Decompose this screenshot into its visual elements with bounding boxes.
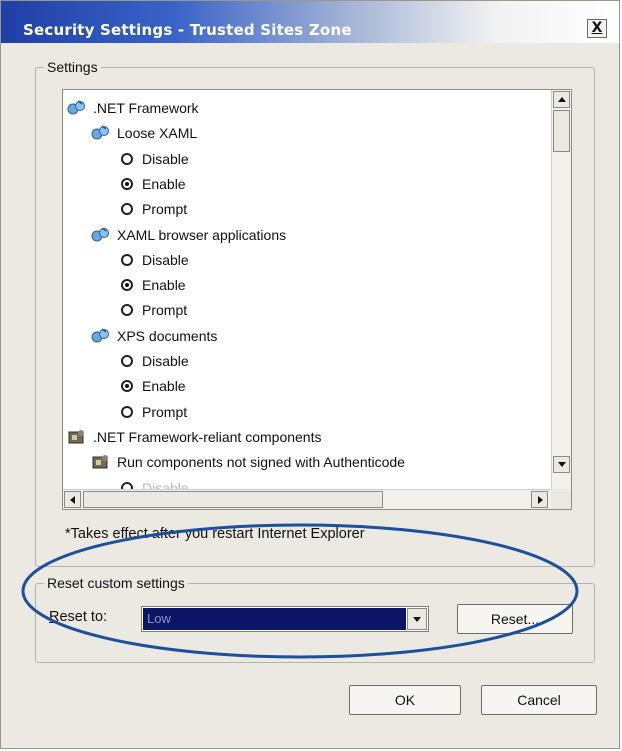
radio-button-icon[interactable] (121, 405, 133, 418)
list-item-label: Disable (142, 353, 189, 369)
radio-button-icon[interactable] (121, 152, 133, 165)
radio-option-enable[interactable]: Enable (121, 273, 186, 297)
radio-option-enable[interactable]: Enable (121, 172, 186, 196)
radio-option-enable[interactable]: Enable (121, 374, 186, 398)
list-item-label: Prompt (142, 201, 188, 218)
radio-option-disable[interactable]: Disable (121, 248, 189, 272)
radio-button-icon[interactable] (121, 253, 133, 266)
list-item-label: .NET Framework-reliant components (93, 428, 322, 445)
list-item-label: Loose XAML (117, 125, 198, 142)
security-settings-dialog: Security Settings - Trusted Sites Zone X… (0, 0, 620, 749)
settings-item: Loose XAML (91, 121, 197, 145)
close-button[interactable]: X (587, 19, 607, 38)
net-framework-icon (67, 99, 87, 117)
reset-level-value: Low (143, 608, 406, 630)
reset-to-label: Reset to: (49, 609, 107, 625)
radio-button-icon[interactable] (121, 279, 133, 292)
scrollbar-corner (551, 489, 571, 509)
radio-button-icon[interactable] (121, 380, 133, 393)
list-item-label: Run components not signed with Authentic… (117, 454, 405, 471)
list-item-label: Prompt (142, 302, 188, 319)
radio-option-disable[interactable]: Disable (121, 147, 189, 171)
list-item-label: XPS documents (117, 327, 218, 344)
scroll-up-button[interactable] (553, 91, 570, 108)
title-bar[interactable]: Security Settings - Trusted Sites Zone X (1, 1, 619, 43)
settings-item: XAML browser applications (91, 223, 286, 247)
reset-group-label: Reset custom settings (47, 575, 185, 591)
horizontal-scrollbar[interactable] (63, 489, 552, 509)
scroll-right-button[interactable] (531, 491, 548, 508)
radio-option-prompt[interactable]: Prompt (121, 298, 187, 322)
radio-button-icon[interactable] (121, 355, 133, 367)
list-item-label: XAML browser applications (117, 226, 287, 243)
list-item-label: Enable (142, 277, 186, 294)
net-framework-icon (91, 226, 111, 244)
radio-button-icon[interactable] (121, 304, 133, 317)
reset-to-mnemonic: R (49, 609, 60, 625)
list-item-label: Enable (142, 378, 186, 395)
radio-button-icon[interactable] (121, 177, 133, 190)
list-item-label: .NET Framework (93, 100, 199, 116)
radio-option-prompt[interactable]: Prompt (121, 400, 187, 424)
dialog-title: Security Settings - Trusted Sites Zone (23, 21, 352, 39)
radio-option-prompt[interactable]: Prompt (121, 197, 187, 221)
vertical-scroll-thumb[interactable] (553, 110, 570, 152)
list-item-label: Disable (142, 150, 189, 167)
restart-footnote: *Takes effect after you restart Internet… (65, 526, 365, 542)
vertical-scrollbar[interactable] (551, 90, 571, 490)
settings-group-label: Settings (47, 59, 98, 75)
components-icon (91, 453, 111, 471)
horizontal-scroll-thumb[interactable] (83, 491, 383, 508)
list-item-label: Disable (142, 251, 189, 268)
reset-level-select[interactable]: Low (141, 606, 429, 632)
net-framework-icon (91, 327, 111, 345)
reset-button[interactable]: Reset... (457, 604, 573, 634)
radio-button-icon[interactable] (121, 203, 133, 216)
ok-button[interactable]: OK (349, 685, 461, 715)
dropdown-arrow-icon[interactable] (407, 608, 427, 630)
list-item-label: Enable (142, 175, 186, 192)
settings-category: .NET Framework-reliant components (67, 425, 321, 449)
reset-to-label-text: eset to: (59, 609, 108, 625)
settings-item: XPS documents (91, 324, 217, 348)
cancel-button[interactable]: Cancel (481, 685, 597, 715)
scroll-left-button[interactable] (64, 491, 81, 508)
settings-item: Run components not signed with Authentic… (91, 450, 405, 474)
settings-list[interactable]: Disable Run components not signed with Au… (62, 89, 572, 510)
net-framework-icon (91, 124, 111, 142)
settings-category: .NET Framework (67, 96, 199, 120)
radio-option-disable[interactable]: Disable (121, 349, 189, 373)
scroll-down-button[interactable] (553, 456, 570, 473)
list-item-label: Prompt (142, 403, 188, 420)
components-icon (67, 428, 87, 446)
